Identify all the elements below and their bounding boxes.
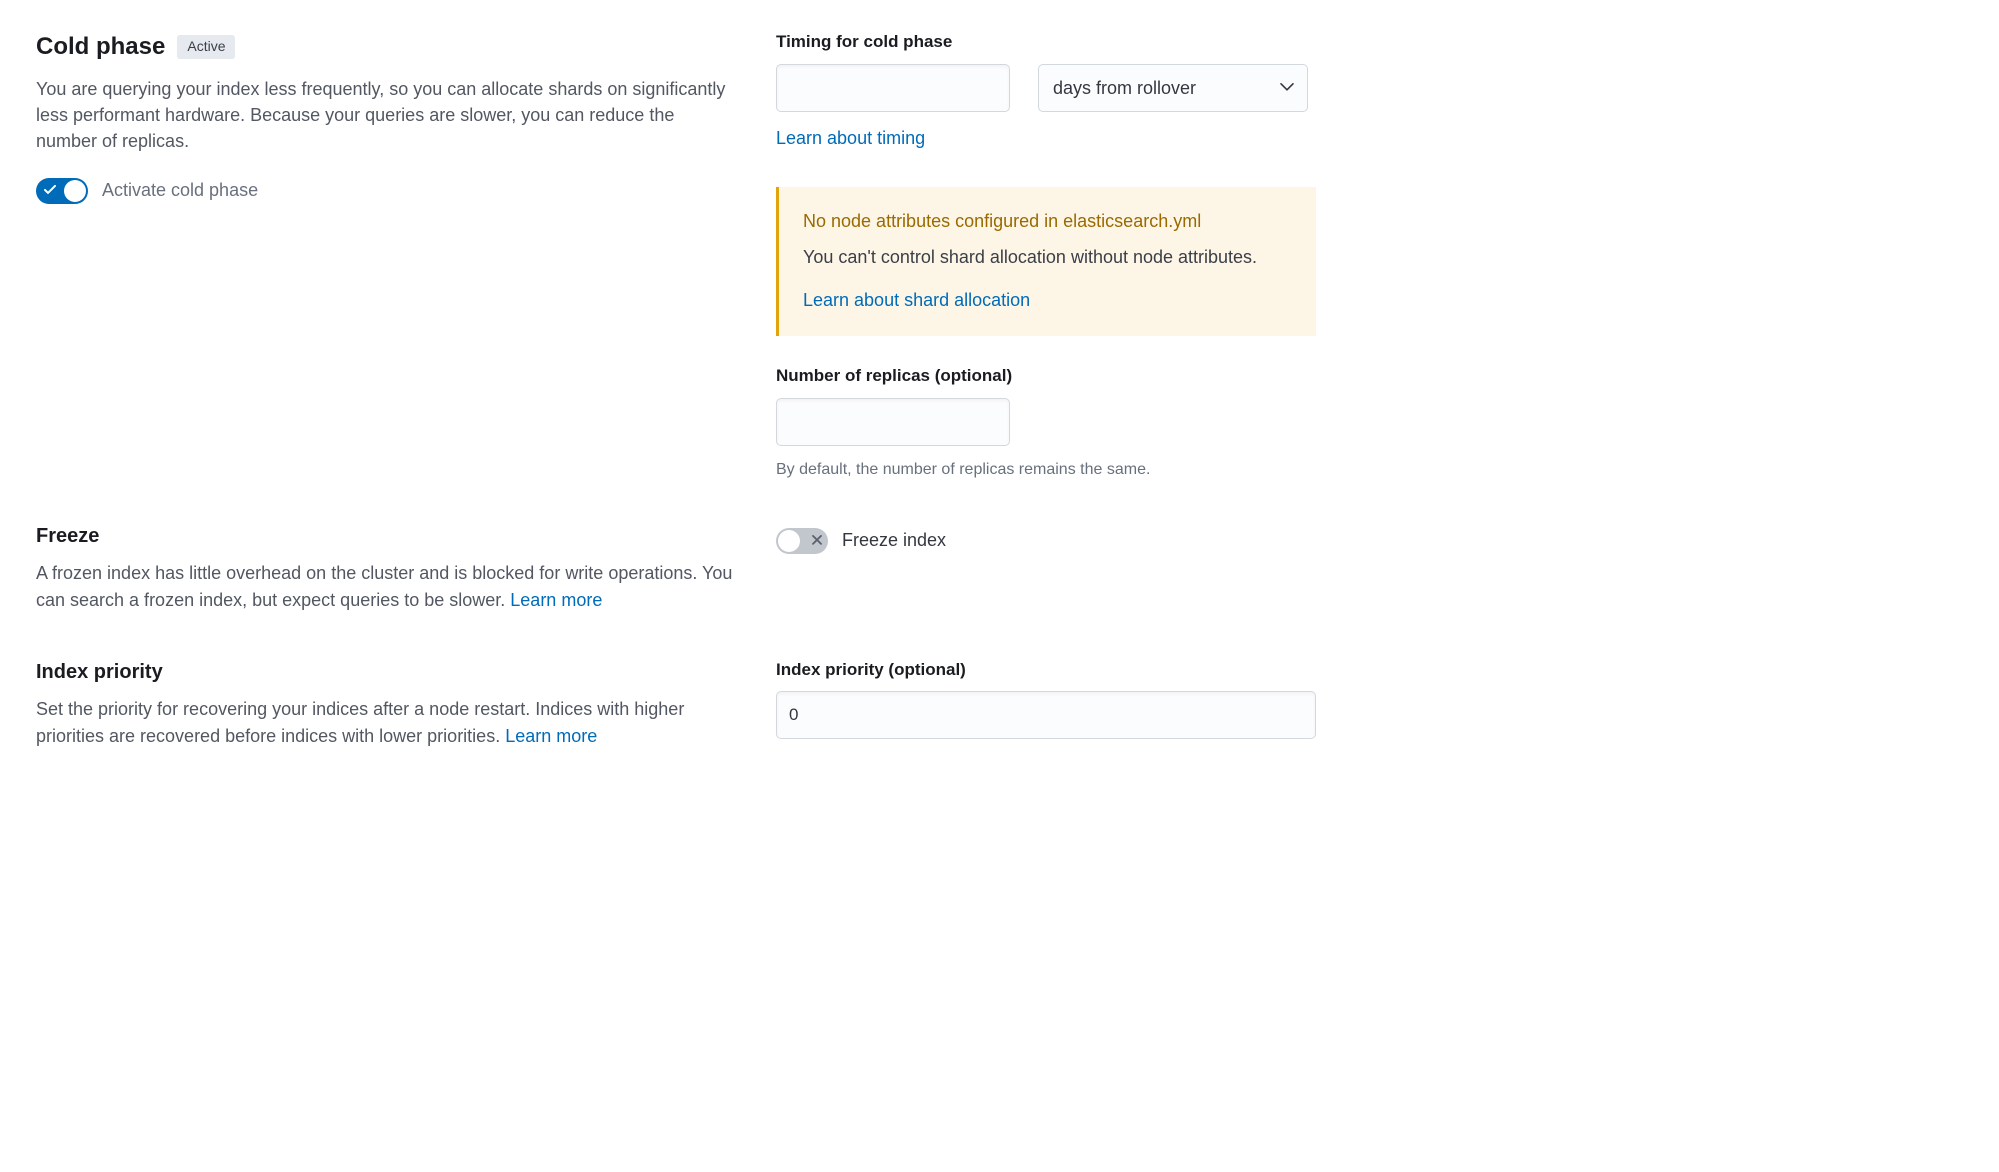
freeze-toggle-label: Freeze index [842,528,946,553]
check-icon [44,182,56,200]
cold-phase-title: Cold phase [36,30,165,64]
freeze-description: A frozen index has little overhead on th… [36,560,736,614]
active-badge: Active [177,35,235,59]
learn-shard-allocation-link[interactable]: Learn about shard allocation [803,290,1030,310]
priority-description: Set the priority for recovering your ind… [36,696,736,750]
freeze-section: Freeze A frozen index has little overhea… [36,522,1316,614]
activate-toggle-label: Activate cold phase [102,178,258,203]
callout-body: You can't control shard allocation witho… [803,244,1292,270]
shard-allocation-callout: No node attributes configured in elastic… [776,187,1316,336]
learn-about-timing-link[interactable]: Learn about timing [776,128,925,148]
timing-label: Timing for cold phase [776,30,1316,54]
callout-title: No node attributes configured in elastic… [803,209,1292,234]
timing-unit-select[interactable]: days from rollover [1038,64,1308,112]
cold-phase-description: You are querying your index less frequen… [36,76,736,154]
priority-input-label: Index priority (optional) [776,658,1316,682]
priority-title: Index priority [36,658,736,686]
freeze-learn-more-link[interactable]: Learn more [510,590,602,610]
freeze-index-toggle[interactable] [776,528,828,554]
priority-input[interactable] [776,691,1316,739]
timing-value-input[interactable] [776,64,1010,112]
priority-learn-more-link[interactable]: Learn more [505,726,597,746]
activate-cold-phase-toggle[interactable] [36,178,88,204]
replicas-help-text: By default, the number of replicas remai… [776,458,1316,482]
freeze-title: Freeze [36,522,736,550]
x-icon [812,532,822,550]
replicas-input[interactable] [776,398,1010,446]
replicas-label: Number of replicas (optional) [776,364,1316,388]
index-priority-section: Index priority Set the priority for reco… [36,658,1316,750]
cold-phase-section: Cold phase Active You are querying your … [36,30,1316,482]
